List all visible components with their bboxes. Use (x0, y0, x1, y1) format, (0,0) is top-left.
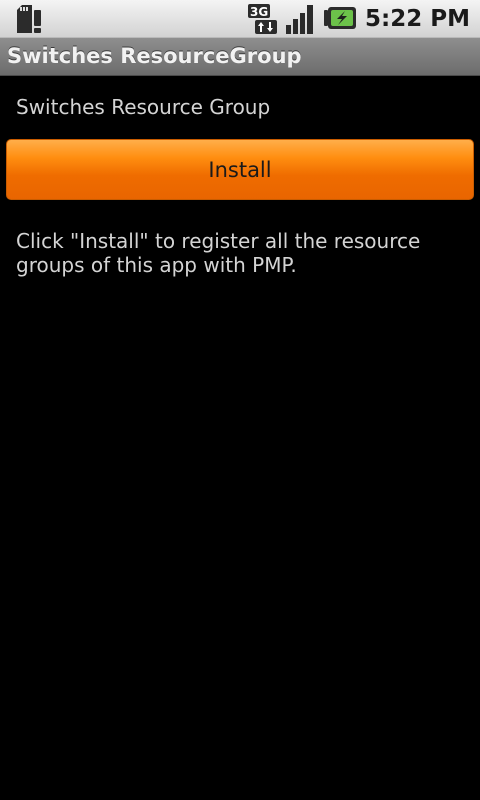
sd-card-warning-icon (17, 5, 41, 33)
clock: 5:22 PM (365, 6, 470, 32)
install-button[interactable]: Install (6, 139, 474, 200)
status-bar: 3G 5:22 PM (0, 0, 480, 38)
signal-strength-icon (286, 5, 314, 34)
app-title: Switches ResourceGroup (7, 44, 302, 68)
install-button-label: Install (208, 157, 272, 182)
install-description: Click "Install" to register all the reso… (16, 229, 421, 277)
status-icons: 3G 5:22 PM (247, 0, 470, 38)
title-bar: Switches ResourceGroup (0, 38, 480, 76)
svg-text:3G: 3G (250, 5, 268, 19)
battery-charging-icon (324, 7, 357, 29)
page-heading: Switches Resource Group (16, 95, 271, 119)
network-3g-icon: 3G (248, 4, 278, 34)
